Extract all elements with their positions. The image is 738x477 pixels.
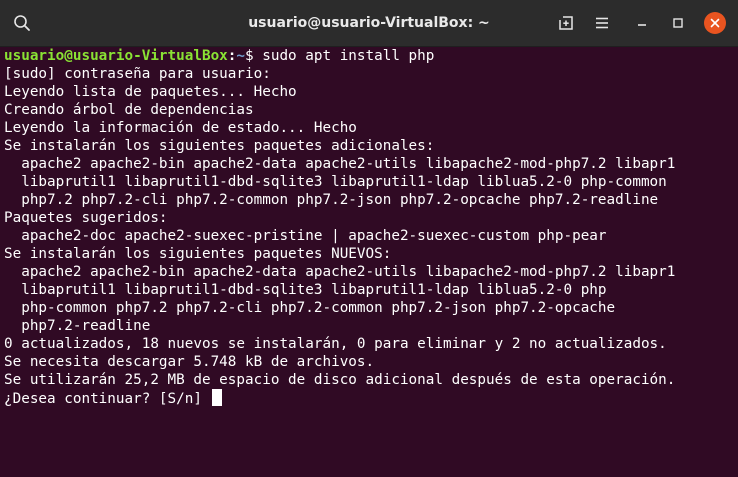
output-line: Se utilizarán 25,2 MB de espacio de disc…: [4, 372, 676, 388]
output-line: Creando árbol de dependencias: [4, 102, 254, 118]
minimize-button[interactable]: [630, 11, 654, 35]
output-line: Leyendo la información de estado... Hech…: [4, 120, 357, 136]
output-line: php-common php7.2 php7.2-cli php7.2-comm…: [4, 300, 616, 316]
minimize-icon: [638, 24, 646, 26]
new-tab-button[interactable]: [554, 11, 578, 35]
maximize-icon: [673, 18, 683, 28]
output-line: Se instalarán los siguientes paquetes ad…: [4, 138, 435, 154]
title-bar[interactable]: usuario@usuario-VirtualBox: ~: [0, 0, 738, 47]
output-line: 0 actualizados, 18 nuevos se instalarán,…: [4, 336, 667, 352]
output-line: Se instalarán los siguientes paquetes NU…: [4, 246, 392, 262]
output-line: apache2 apache2-bin apache2-data apache2…: [4, 156, 676, 172]
maximize-button[interactable]: [666, 11, 690, 35]
terminal-window: usuario@usuario-VirtualBox: ~ usuario@us…: [0, 0, 738, 477]
output-line: apache2-doc apache2-suexec-pristine | ap…: [4, 228, 607, 244]
prompt-user-host: usuario@usuario-VirtualBox: [4, 48, 228, 64]
prompt-path: ~: [236, 48, 246, 64]
output-line: php7.2-readline: [4, 318, 151, 334]
output-line: [sudo] contraseña para usuario:: [4, 66, 271, 82]
output-line: libaprutil1 libaprutil1-dbd-sqlite3 liba…: [4, 174, 667, 190]
hamburger-menu-icon: [596, 17, 608, 29]
window-title: usuario@usuario-VirtualBox: ~: [248, 15, 490, 31]
terminal-output-area[interactable]: usuario@usuario-VirtualBox:~$ sudo apt i…: [0, 47, 738, 477]
output-line: Se necesita descargar 5.748 kB de archiv…: [4, 354, 375, 370]
confirm-prompt-line: ¿Desea continuar? [S/n]: [4, 389, 222, 407]
command-text: sudo apt install php: [262, 48, 435, 64]
output-line: php7.2 php7.2-cli php7.2-common php7.2-j…: [4, 192, 659, 208]
menu-button[interactable]: [590, 11, 614, 35]
close-icon: [710, 18, 720, 28]
output-line: libaprutil1 libaprutil1-dbd-sqlite3 liba…: [4, 282, 607, 298]
text-cursor[interactable]: [211, 389, 222, 406]
search-button[interactable]: [10, 11, 34, 35]
prompt-symbol: $: [245, 48, 263, 64]
new-tab-icon: [559, 16, 573, 30]
search-icon: [14, 15, 30, 31]
output-line: Paquetes sugeridos:: [4, 210, 168, 226]
prompt-line: usuario@usuario-VirtualBox:~$ sudo apt i…: [4, 47, 434, 65]
output-line: Leyendo lista de paquetes... Hecho: [4, 84, 297, 100]
close-button[interactable]: [704, 12, 726, 34]
confirm-question: ¿Desea continuar? [S/n]: [4, 391, 211, 407]
output-line: apache2 apache2-bin apache2-data apache2…: [4, 264, 676, 280]
